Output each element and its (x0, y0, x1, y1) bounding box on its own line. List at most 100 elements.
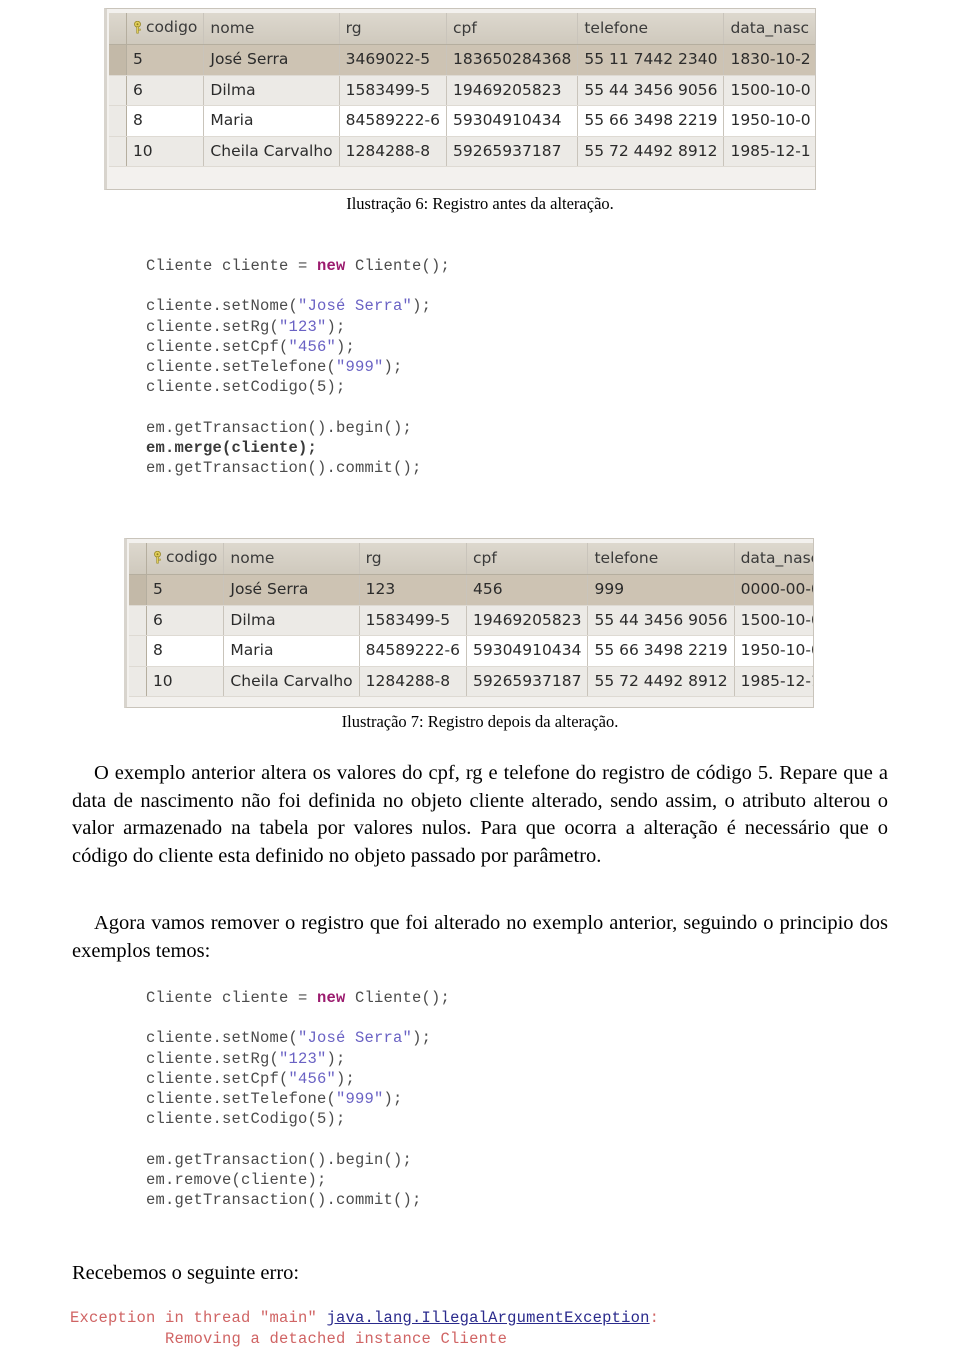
table-cell-cpf[interactable]: 59265937187 (466, 666, 589, 698)
row-gutter-cell[interactable] (129, 605, 147, 637)
table-cell-telefone[interactable]: 55 44 3456 9056 (587, 605, 735, 637)
table-cell-nome[interactable]: Dilma (223, 605, 360, 637)
column-header-data-nasc[interactable]: data_nasc (723, 13, 815, 46)
table-cell-cpf[interactable]: 19469205823 (466, 605, 589, 637)
row-gutter-cell[interactable] (129, 635, 147, 667)
table-cell-rg[interactable]: 3469022-5 (339, 44, 447, 76)
table-cell-cpf[interactable]: 19469205823 (446, 75, 579, 107)
row-gutter-cell[interactable] (109, 136, 127, 168)
table-cell-data_nasc[interactable]: 1985-12-17 (734, 666, 813, 698)
paragraph-error-intro: Recebemos o seguinte erro: (72, 1262, 300, 1284)
table-cell-data_nasc[interactable]: 1500-10-0 (723, 75, 815, 107)
paragraph-text: O exemplo anterior altera os valores do … (72, 762, 888, 867)
table-cell-rg[interactable]: 1284288-8 (359, 666, 467, 698)
table-cell-codigo[interactable]: 10 (146, 666, 225, 698)
column-header-telefone[interactable]: telefone (587, 543, 735, 576)
table-cell-codigo[interactable]: 6 (146, 605, 225, 637)
table-cell-data_nasc[interactable]: 1500-10-08 (734, 605, 813, 637)
table-cell-cpf[interactable]: 456 (466, 574, 589, 606)
error-output: Exception in thread "main" java.lang.Ill… (70, 1308, 659, 1350)
table-cell-rg[interactable]: 1284288-8 (339, 136, 447, 168)
column-header-nome[interactable]: nome (203, 13, 340, 46)
table-cell-telefone[interactable]: 55 44 3456 9056 (577, 75, 725, 107)
table-cell-telefone[interactable]: 999 (587, 574, 735, 606)
table-cell-telefone[interactable]: 55 66 3498 2219 (577, 105, 725, 137)
code-text: ); (412, 1029, 432, 1048)
caption-illustration-6: Ilustração 6: Registro antes da alteraçã… (346, 194, 614, 213)
table-cell-data_nasc[interactable]: 0000-00-00 (734, 574, 813, 606)
table-cell-nome[interactable]: Maria (223, 635, 360, 667)
code-text: ); (383, 358, 403, 377)
table-row[interactable]: 6 Dilma 1583499-5 19469205823 55 44 3456 905… (109, 75, 815, 107)
row-gutter-cell[interactable] (109, 105, 127, 137)
table-cell-nome[interactable]: José Serra (203, 44, 340, 76)
table-cell-telefone[interactable]: 55 72 4492 8912 (587, 666, 735, 698)
column-header-codigo[interactable]: codigo (126, 13, 205, 46)
table-cell-nome[interactable]: Cheila Carvalho (203, 136, 340, 168)
table-row[interactable]: 8 Maria 84589222-6 59304910434 55 66 3498 22… (129, 635, 813, 667)
table-cell-codigo[interactable]: 8 (126, 105, 205, 137)
column-header-rg[interactable]: rg (339, 13, 447, 46)
column-header-data-nasc[interactable]: data_nasc (734, 543, 813, 576)
table-cell-data_nasc[interactable]: 1950-10-0 (723, 105, 815, 137)
table-cell-rg[interactable]: 1583499-5 (339, 75, 447, 107)
table-cell-cpf[interactable]: 183650284368 (446, 44, 579, 76)
row-gutter-header (109, 13, 127, 46)
table-cell-nome[interactable]: Cheila Carvalho (223, 666, 360, 698)
table-cell-cpf[interactable]: 59304910434 (446, 105, 579, 137)
column-header-codigo[interactable]: codigo (146, 543, 225, 576)
table-body: 5José Serra1234569990000-00-00 6Dilma158… (129, 574, 813, 698)
table-cell-rg[interactable]: 123 (359, 574, 467, 606)
code-text: ); (336, 337, 356, 356)
column-header-telefone[interactable]: telefone (577, 13, 725, 46)
table-cell-rg[interactable]: 1583499-5 (359, 605, 467, 637)
code-text: cliente.setTelefone( (146, 358, 337, 377)
code-emphasis: em.merge(cliente); (146, 438, 318, 457)
table-row[interactable]: 8 Maria 84589222-6 59304910434 55 66 3498 22… (109, 105, 815, 137)
table-cell-data_nasc[interactable]: 1950-10-08 (734, 635, 813, 667)
table-cell-telefone[interactable]: 55 72 4492 8912 (577, 136, 725, 168)
row-gutter-cell[interactable] (129, 574, 147, 606)
code-text: Cliente cliente = (146, 257, 318, 275)
table-cell-nome[interactable]: Maria (203, 105, 340, 137)
table-row[interactable]: 10 Cheila Carvalho 1284288-8 59265937187 55 … (109, 136, 815, 168)
row-gutter-cell[interactable] (109, 44, 127, 76)
table-row[interactable]: 5José Serra1234569990000-00-00 (129, 574, 813, 606)
table-cell-telefone[interactable]: 55 66 3498 2219 (587, 635, 735, 667)
exception-class-link[interactable]: java.lang.IllegalArgumentException (327, 1309, 650, 1327)
code-text: em.remove(cliente); (146, 1170, 327, 1189)
table-cell-data_nasc[interactable]: 1985-12-1 (723, 136, 815, 168)
code-text: cliente.setCpf( (146, 1069, 289, 1088)
table-cell-codigo[interactable]: 10 (126, 136, 205, 168)
error-suffix: : (649, 1309, 660, 1327)
table-row[interactable]: 10 Cheila Carvalho 1284288-8 59265937187 55 … (129, 666, 813, 698)
code-string: "456" (288, 1069, 337, 1088)
column-header-nome[interactable]: nome (223, 543, 360, 576)
table-cell-cpf[interactable]: 59265937187 (446, 136, 579, 168)
table-cell-rg[interactable]: 84589222-6 (359, 635, 467, 667)
table-cell-codigo[interactable]: 5 (126, 44, 205, 76)
table-cell-codigo[interactable]: 5 (146, 574, 225, 606)
row-gutter-cell[interactable] (109, 75, 127, 107)
table-cell-data_nasc[interactable]: 1830-10-2 (723, 44, 815, 76)
database-grid-before: codigo nome rg cpf telefone data_nasc 5J… (104, 8, 816, 190)
caption-illustration-7: Ilustração 7: Registro depois da alteraç… (341, 712, 619, 731)
table-cell-codigo[interactable]: 8 (146, 635, 225, 667)
document-page: codigo nome rg cpf telefone data_nasc 5J… (0, 0, 960, 1357)
table-body: 5 José Serra 3469022-5 183650284368 55 11 74… (109, 44, 815, 168)
code-text: cliente.setCpf( (146, 337, 289, 356)
code-text: ); (326, 1049, 346, 1068)
column-header-rg[interactable]: rg (359, 543, 467, 576)
table-cell-rg[interactable]: 84589222-6 (339, 105, 447, 137)
table-cell-codigo[interactable]: 6 (126, 75, 205, 107)
column-header-cpf[interactable]: cpf (466, 543, 589, 576)
table-cell-nome[interactable]: Dilma (203, 75, 340, 107)
table-header: codigo nome rg cpf telefone data_nasc (109, 13, 815, 46)
table-row[interactable]: 5 José Serra 3469022-5 183650284368 55 11 74… (109, 44, 815, 76)
table-cell-cpf[interactable]: 59304910434 (466, 635, 589, 667)
table-cell-telefone[interactable]: 55 11 7442 2340 (577, 44, 725, 76)
row-gutter-cell[interactable] (129, 666, 147, 698)
table-cell-nome[interactable]: José Serra (223, 574, 360, 606)
column-header-cpf[interactable]: cpf (446, 13, 579, 46)
table-row[interactable]: 6 Dilma 1583499-5 19469205823 55 44 3456 905… (129, 605, 813, 637)
